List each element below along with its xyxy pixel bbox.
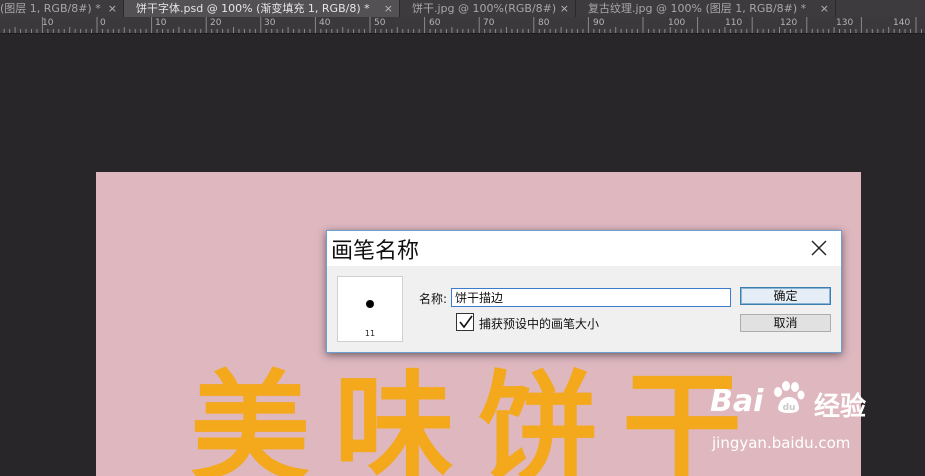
paw-icon: du: [774, 381, 805, 413]
ruler-number: 130: [836, 18, 854, 28]
ruler-number: 40: [319, 18, 331, 28]
watermark-brand-cn: 经验: [814, 392, 867, 422]
ruler-number: 0: [100, 18, 106, 28]
close-icon[interactable]: [807, 236, 831, 260]
tab-label: 复古纹理.jpg @ 100% (图层 1, RGB/8#) *: [588, 2, 807, 15]
watermark-brand-latin: Bai: [710, 384, 764, 419]
ruler-number: 30: [264, 18, 276, 28]
ruler-number: 120: [780, 18, 798, 28]
brush-preview: 11: [337, 276, 403, 342]
tab-label: 饼干.jpg @ 100%(RGB/8#): [412, 2, 557, 15]
close-icon[interactable]: ×: [560, 0, 569, 17]
ruler-number: 80: [538, 18, 550, 28]
ruler-number: 110: [725, 18, 743, 28]
watermark-url: jingyan.baidu.com: [712, 434, 851, 452]
ruler-number: 10: [42, 18, 54, 28]
dialog-title-bar[interactable]: 画笔名称: [327, 231, 841, 266]
brush-name-dialog: 画笔名称 11 名称: 捕获预设中的画笔大小 确定 取消: [326, 230, 842, 353]
brush-tip-preview: [366, 300, 374, 308]
ruler-number: 20: [210, 18, 222, 28]
capture-brush-size-checkbox[interactable]: [456, 313, 474, 331]
ruler-number: 140: [893, 18, 911, 28]
ruler-number: 70: [483, 18, 495, 28]
ruler-number: 100: [668, 18, 686, 28]
ruler-number: 90: [593, 18, 605, 28]
document-tab-bar: (图层 1, RGB/8#) * × 饼干字体.psd @ 100% (渐变填充…: [0, 0, 925, 17]
ruler-number: 50: [374, 18, 386, 28]
dialog-title: 画笔名称: [331, 239, 420, 264]
ruler-number: 60: [429, 18, 441, 28]
horizontal-ruler[interactable]: 10 0 10 20 30 40 50 60 70 80 90 100 110 …: [0, 17, 925, 34]
brush-name-input[interactable]: [451, 288, 731, 307]
close-icon[interactable]: ×: [108, 0, 117, 17]
artwork-text: 美味饼干: [190, 360, 766, 476]
tab-label: 饼干字体.psd @ 100% (渐变填充 1, RGB/8) *: [136, 2, 370, 15]
ruler-number: 10: [155, 18, 167, 28]
checkmark-icon: [459, 315, 473, 329]
ok-button[interactable]: 确定: [740, 287, 831, 305]
document-tab-3[interactable]: 饼干.jpg @ 100%(RGB/8#) ×: [400, 0, 576, 17]
close-icon[interactable]: ×: [384, 0, 393, 17]
name-label: 名称:: [419, 292, 448, 306]
brush-size-label: 11: [364, 329, 376, 338]
document-tab-2-active[interactable]: 饼干字体.psd @ 100% (渐变填充 1, RGB/8) * ×: [124, 0, 400, 17]
document-tab-4[interactable]: 复古纹理.jpg @ 100% (图层 1, RGB/8#) * ×: [576, 0, 836, 17]
close-icon[interactable]: ×: [820, 0, 829, 17]
tab-label: (图层 1, RGB/8#) *: [0, 2, 101, 15]
baidu-jingyan-watermark: Bai du 经验 jingyan.baidu.com: [706, 376, 916, 458]
document-tab-1[interactable]: (图层 1, RGB/8#) * ×: [0, 0, 124, 17]
cancel-button[interactable]: 取消: [740, 314, 831, 332]
svg-text:du: du: [783, 403, 796, 413]
capture-brush-size-label: 捕获预设中的画笔大小: [479, 317, 600, 331]
